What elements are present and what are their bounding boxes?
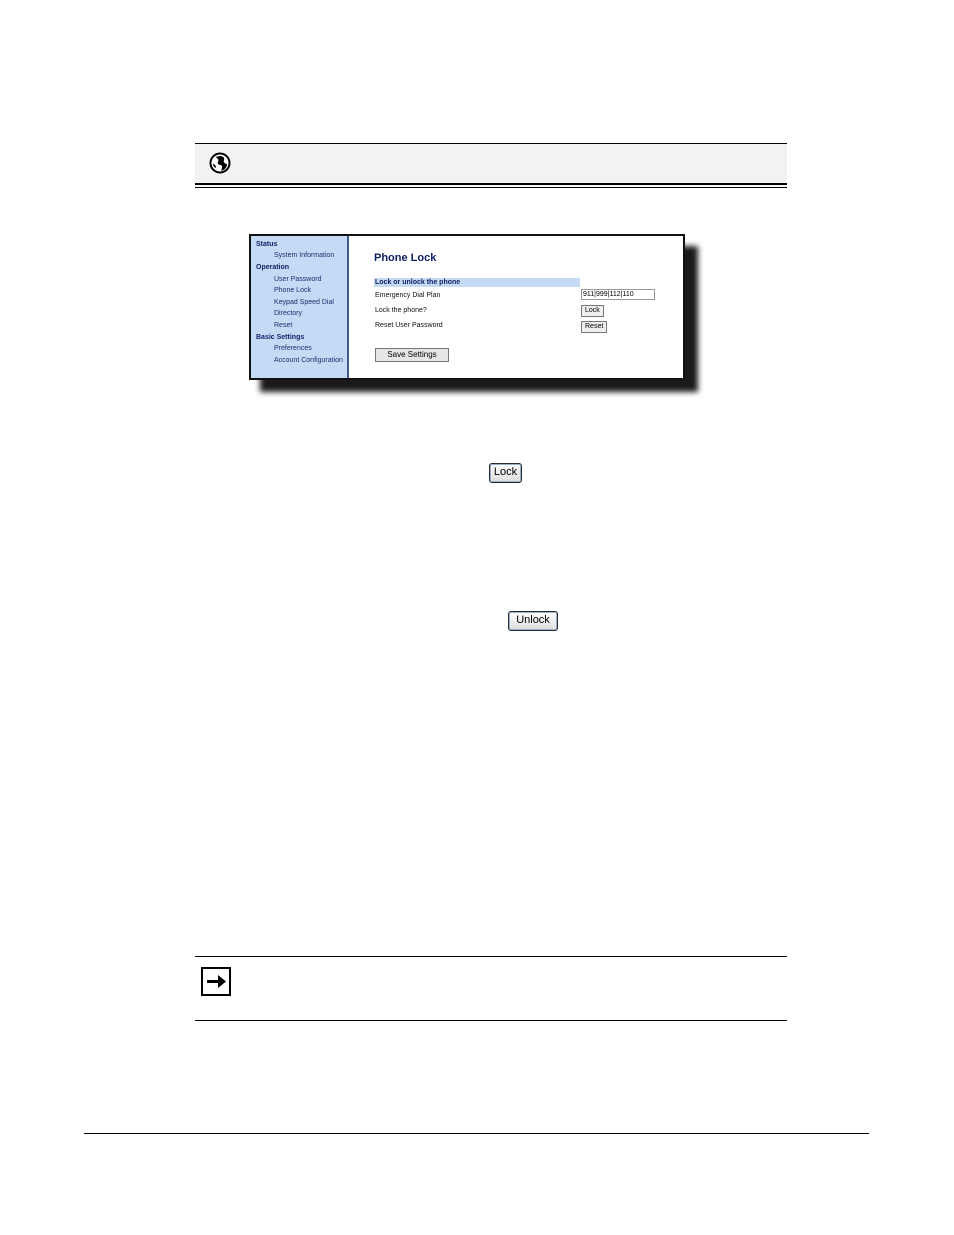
save-settings-button[interactable]: Save Settings — [375, 348, 449, 362]
reset-user-password-label: Reset User Password — [375, 322, 443, 329]
page-title: Phone Lock — [374, 252, 437, 264]
phone-lock-screenshot: Status System Information Operation User… — [249, 234, 685, 380]
emergency-dial-plan-input[interactable]: 911|999|112|110 — [581, 289, 655, 300]
header-rule-top — [195, 143, 787, 144]
header-rule-bottom-thin — [195, 187, 787, 188]
lock-phone-label: Lock the phone? — [375, 307, 427, 314]
section-header-label: Lock or unlock the phone — [375, 279, 461, 286]
unlock-button[interactable]: Unlock — [508, 611, 558, 631]
globe-icon — [209, 152, 231, 174]
sidebar-item-preferences[interactable]: Preferences — [274, 345, 312, 352]
sidebar-item-phone-lock[interactable]: Phone Lock — [274, 287, 311, 294]
sidebar-item-directory[interactable]: Directory — [274, 310, 302, 317]
note-box — [201, 967, 231, 996]
note-rule-top — [195, 956, 787, 957]
sidebar: Status System Information Operation User… — [251, 236, 349, 378]
sidebar-item-user-password[interactable]: User Password — [274, 276, 321, 283]
sidebar-item-reset[interactable]: Reset — [274, 322, 292, 329]
sidebar-item-system-information[interactable]: System Information — [274, 252, 334, 259]
sidebar-item-keypad-speed-dial[interactable]: Keypad Speed Dial — [274, 299, 334, 306]
lock-button[interactable]: Lock — [489, 463, 522, 483]
lock-button-small[interactable]: Lock — [581, 305, 604, 317]
arrow-right-icon — [207, 975, 226, 988]
sidebar-item-account-configuration[interactable]: Account Configuration — [274, 357, 343, 364]
footer-rule — [84, 1133, 869, 1134]
emergency-dial-plan-label: Emergency Dial Plan — [375, 292, 441, 299]
note-rule-bottom — [195, 1020, 787, 1021]
sidebar-section-status[interactable]: Status — [256, 241, 277, 248]
reset-button[interactable]: Reset — [581, 321, 608, 333]
section-header: Lock or unlock the phone — [374, 278, 580, 287]
header-bar — [195, 143, 787, 186]
sidebar-section-operation[interactable]: Operation — [256, 264, 289, 271]
sidebar-section-basic-settings[interactable]: Basic Settings — [256, 334, 304, 341]
header-rule-bottom — [195, 183, 787, 185]
